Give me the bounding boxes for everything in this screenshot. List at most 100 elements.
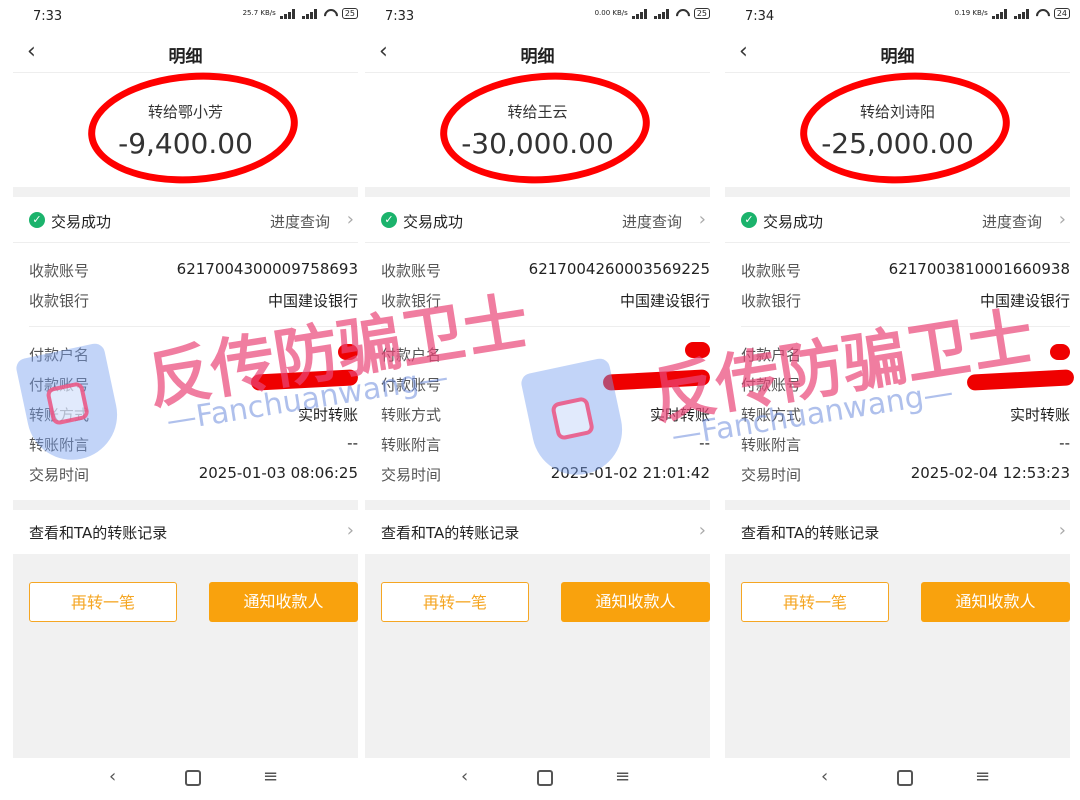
- field-label: 转账方式: [741, 406, 802, 424]
- progress-query-link[interactable]: 进度查询: [270, 211, 330, 232]
- detail-row: 付款户名: [381, 344, 710, 366]
- clock: 7:33: [385, 9, 415, 24]
- home-nav-icon[interactable]: [185, 770, 201, 786]
- battery-icon: 25: [693, 8, 710, 19]
- chevron-right-icon: ›: [346, 209, 354, 230]
- detail-row: 转账附言 --: [381, 434, 710, 456]
- home-nav-icon[interactable]: [897, 770, 913, 786]
- transfer-again-button[interactable]: 再转一笔: [741, 582, 889, 622]
- divider: [741, 326, 1070, 327]
- field-label: 收款银行: [381, 292, 442, 310]
- nav-bar: ‹ 明细: [365, 32, 710, 73]
- signal-icon: [991, 8, 1010, 19]
- field-label: 付款账号: [381, 376, 442, 394]
- transfer-records-link[interactable]: 查看和TA的转账记录 ›: [365, 510, 710, 554]
- status-icons: 0.19 KB/s 24: [955, 8, 1070, 19]
- menu-nav-icon[interactable]: ≡: [975, 766, 990, 787]
- status-row[interactable]: ✓ 交易成功 进度查询 ›: [365, 198, 710, 243]
- menu-nav-icon[interactable]: ≡: [615, 766, 630, 787]
- field-value: 6217003810001660938: [888, 260, 1070, 278]
- field-label: 收款账号: [741, 262, 802, 280]
- field-label: 付款户名: [29, 346, 90, 364]
- status-row[interactable]: ✓ 交易成功 进度查询 ›: [725, 198, 1070, 243]
- field-label: 收款账号: [29, 262, 90, 280]
- field-value: 2025-01-03 08:06:25: [198, 464, 358, 482]
- field-label: 付款账号: [741, 376, 802, 394]
- field-label: 收款账号: [381, 262, 442, 280]
- field-label: 交易时间: [741, 466, 802, 484]
- detail-row: 收款账号 6217003810001660938: [741, 260, 1070, 282]
- status-icons: 25.7 KB/s 25: [243, 8, 358, 19]
- field-label: 交易时间: [381, 466, 442, 484]
- field-value: 2025-01-02 21:01:42: [550, 464, 710, 482]
- divider: [381, 326, 710, 327]
- signal-icon: [279, 8, 298, 19]
- chevron-right-icon: ›: [698, 520, 706, 541]
- detail-row: 收款银行 中国建设银行: [381, 290, 710, 312]
- field-value: 6217004300009758693: [176, 260, 358, 278]
- progress-query-link[interactable]: 进度查询: [622, 211, 682, 232]
- notify-payee-button[interactable]: 通知收款人: [921, 582, 1070, 622]
- transfer-again-button[interactable]: 再转一笔: [381, 582, 529, 622]
- back-nav-icon[interactable]: ‹: [109, 766, 116, 787]
- battery-icon: 24: [1053, 8, 1070, 19]
- action-area: 再转一笔 通知收款人: [365, 554, 710, 758]
- action-area: 再转一笔 通知收款人: [13, 554, 358, 758]
- transfer-records-link[interactable]: 查看和TA的转账记录 ›: [13, 510, 358, 554]
- transfer-again-button[interactable]: 再转一笔: [29, 582, 177, 622]
- notify-payee-button[interactable]: 通知收款人: [209, 582, 358, 622]
- section-gap: [365, 187, 710, 197]
- field-value: --: [347, 434, 358, 452]
- phone-screen-2: 7:33 0.00 KB/s 25 ‹ 明细 转给王云 -30,000.00 ✓…: [365, 0, 711, 800]
- field-label: 转账方式: [381, 406, 442, 424]
- signal-icon: [1013, 8, 1032, 19]
- clock: 7:33: [33, 9, 63, 24]
- wifi-icon: [676, 9, 690, 19]
- check-circle-icon: ✓: [29, 212, 45, 228]
- detail-row: 收款银行 中国建设银行: [741, 290, 1070, 312]
- status-row[interactable]: ✓ 交易成功 进度查询 ›: [13, 198, 358, 243]
- section-gap: [13, 187, 358, 197]
- detail-row: 转账附言 --: [29, 434, 358, 456]
- back-nav-icon[interactable]: ‹: [461, 766, 468, 787]
- field-label: 转账附言: [29, 436, 90, 454]
- wifi-icon: [1036, 9, 1050, 19]
- progress-query-link[interactable]: 进度查询: [982, 211, 1042, 232]
- field-value: 实时转账: [649, 406, 710, 424]
- detail-row: 付款户名: [29, 344, 358, 366]
- notify-payee-button[interactable]: 通知收款人: [561, 582, 710, 622]
- status-icons: 0.00 KB/s 25: [595, 8, 710, 19]
- signal-icon: [301, 8, 320, 19]
- chevron-right-icon: ›: [346, 520, 354, 541]
- signal-icon: [653, 8, 672, 19]
- home-nav-icon[interactable]: [537, 770, 553, 786]
- transfer-summary: 转给鄂小芳 -9,400.00: [13, 65, 358, 191]
- field-label: 收款银行: [741, 292, 802, 310]
- transfer-records-link[interactable]: 查看和TA的转账记录 ›: [725, 510, 1070, 554]
- redaction-mark: [338, 344, 358, 360]
- field-value: --: [699, 434, 710, 452]
- field-label: 转账附言: [381, 436, 442, 454]
- transfer-amount: -25,000.00: [821, 127, 974, 160]
- transfer-summary: 转给刘诗阳 -25,000.00: [725, 65, 1070, 191]
- detail-row: 转账附言 --: [741, 434, 1070, 456]
- detail-row: 收款银行 中国建设银行: [29, 290, 358, 312]
- status-text: 交易成功: [763, 213, 824, 231]
- page-title: 明细: [168, 47, 203, 67]
- section-gap: [725, 500, 1070, 510]
- check-circle-icon: ✓: [381, 212, 397, 228]
- payee-label: 转给鄂小芳: [147, 103, 223, 121]
- detail-row: 交易时间 2025-01-02 21:01:42: [381, 464, 710, 486]
- status-bar: 7:34 0.19 KB/s 24: [725, 0, 1070, 32]
- wifi-icon: [324, 9, 338, 19]
- phone-screen-3: 7:34 0.19 KB/s 24 ‹ 明细 转给刘诗阳 -25,000.00 …: [725, 0, 1075, 800]
- transfer-summary: 转给王云 -30,000.00: [365, 65, 710, 191]
- system-nav-bar: ‹ ≡: [725, 758, 1070, 800]
- field-value: 中国建设银行: [979, 292, 1070, 310]
- menu-nav-icon[interactable]: ≡: [263, 766, 278, 787]
- back-nav-icon[interactable]: ‹: [821, 766, 828, 787]
- records-label: 查看和TA的转账记录: [381, 524, 520, 542]
- page-title: 明细: [880, 47, 915, 67]
- status-text: 交易成功: [51, 213, 112, 231]
- field-value: --: [1059, 434, 1070, 452]
